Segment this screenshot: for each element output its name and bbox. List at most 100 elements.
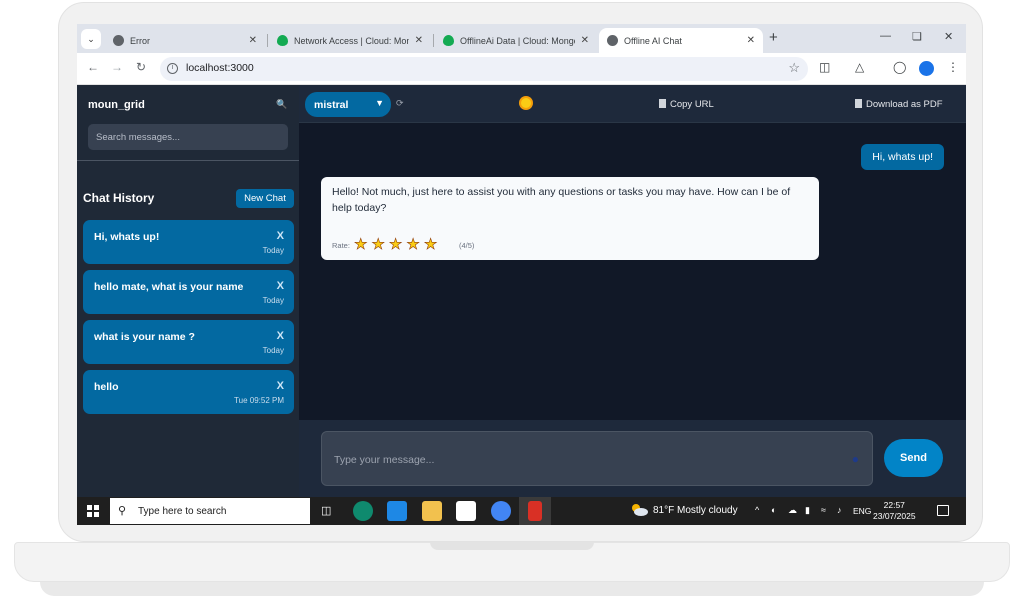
chat-item-time: Today: [262, 346, 284, 355]
delete-chat-button[interactable]: X: [277, 330, 284, 342]
download-pdf-button[interactable]: Download as PDF: [855, 99, 943, 110]
chevron-down-icon: ▼: [375, 98, 384, 108]
copy-url-label: Copy URL: [670, 99, 714, 110]
wifi-icon[interactable]: ≈: [821, 505, 826, 515]
chat-topbar: mistral ▼ ⟳ Copy URL Download as PDF: [299, 85, 966, 123]
user-message: Hi, whats up!: [861, 144, 944, 170]
tab-title: Error: [130, 35, 150, 46]
chat-history-title: Chat History: [83, 191, 155, 205]
assistant-message: Hello! Not much, just here to assist you…: [321, 177, 819, 260]
document-icon: [855, 99, 862, 108]
file-explorer-icon[interactable]: [422, 501, 442, 521]
more-menu-icon[interactable]: ⋮: [947, 60, 959, 74]
message-placeholder: Type your message...: [334, 454, 435, 466]
back-arrow-icon[interactable]: ←: [87, 60, 99, 74]
browser-tab-offline-ai-chat[interactable]: Offline AI Chat ✕: [599, 28, 763, 53]
model-select-value: mistral: [314, 98, 349, 111]
star-icon[interactable]: ★: [354, 235, 368, 254]
message-input[interactable]: Type your message... ●: [321, 431, 873, 486]
send-button[interactable]: Send: [884, 439, 943, 477]
browser-tab-offlineai-data[interactable]: OfflineAi Data | Cloud: MongoDB ✕: [435, 28, 597, 53]
star-icon[interactable]: ★: [389, 235, 403, 254]
battery-icon[interactable]: ▮: [805, 505, 810, 516]
chat-history-item[interactable]: Hi, whats up! X Today: [83, 220, 294, 264]
window-close-icon[interactable]: ✕: [944, 30, 953, 43]
forward-arrow-icon[interactable]: →: [111, 60, 123, 74]
taskbar-search-box[interactable]: ⚲ Type here to search: [110, 498, 310, 524]
language-indicator[interactable]: ENG: [853, 506, 871, 516]
chevron-up-icon[interactable]: ^: [755, 505, 759, 515]
bookmark-star-icon[interactable]: ☆: [788, 60, 800, 76]
reload-icon[interactable]: ↻: [136, 60, 146, 74]
chat-history-item[interactable]: hello mate, what is your name X Today: [83, 270, 294, 314]
chat-item-time: Today: [262, 296, 284, 305]
star-icon[interactable]: ★: [424, 235, 438, 254]
vscode-icon[interactable]: [387, 501, 407, 521]
star-icon[interactable]: ★: [371, 235, 385, 254]
rating-value: (4/5): [459, 241, 475, 250]
new-tab-icon[interactable]: +: [769, 29, 778, 46]
chat-item-label: hello: [94, 381, 119, 393]
extensions-icon[interactable]: ◫: [819, 60, 830, 74]
weather-text[interactable]: 81°F Mostly cloudy: [653, 505, 738, 516]
copy-url-button[interactable]: Copy URL: [659, 99, 714, 110]
windows-start-icon[interactable]: [87, 505, 99, 517]
microphone-icon[interactable]: ●: [852, 452, 859, 466]
laptop-mockup: ⌄ Error ✕ Network Access | Cloud: MongoD…: [0, 0, 1024, 606]
browser-tab-network-access[interactable]: Network Access | Cloud: MongoDB ✕: [269, 28, 431, 53]
labs-flask-icon[interactable]: △: [855, 60, 864, 74]
new-chat-button[interactable]: New Chat: [236, 189, 294, 208]
delete-chat-button[interactable]: X: [277, 230, 284, 242]
laptop-screen: ⌄ Error ✕ Network Access | Cloud: MongoD…: [77, 24, 966, 525]
star-icon[interactable]: ★: [406, 235, 420, 254]
tab-search-menu-icon[interactable]: ⌄: [81, 29, 101, 49]
delete-chat-button[interactable]: X: [277, 280, 284, 292]
address-url: localhost:3000: [186, 62, 254, 74]
volume-icon[interactable]: ♪: [837, 505, 842, 515]
cloud-sync-icon[interactable]: ☁: [788, 505, 797, 516]
chat-app: moun_grid 🔍 Chat History New Chat Hi, wh…: [77, 85, 966, 497]
close-icon[interactable]: ✕: [249, 35, 257, 46]
clock-time: 22:57: [883, 500, 905, 510]
chat-item-label: hello mate, what is your name: [94, 281, 244, 293]
composer: Type your message... ● Send: [299, 420, 966, 497]
assistant-message-text: Hello! Not much, just here to assist you…: [332, 186, 791, 214]
address-bar[interactable]: i localhost:3000 ☆: [160, 57, 808, 81]
browser-tab-error[interactable]: Error ✕: [105, 28, 265, 53]
search-icon[interactable]: 🔍: [276, 99, 287, 110]
notification-icon[interactable]: [937, 505, 949, 516]
cloudy-weather-icon: [632, 504, 648, 516]
sidebar: moun_grid 🔍 Chat History New Chat Hi, wh…: [77, 85, 299, 497]
taskbar-clock[interactable]: 22:57 23/07/2025: [873, 500, 916, 522]
sun-icon[interactable]: [521, 98, 531, 108]
close-icon[interactable]: ✕: [747, 35, 755, 46]
restore-icon[interactable]: ❏: [912, 30, 922, 43]
chrome-icon[interactable]: [491, 501, 511, 521]
model-select[interactable]: mistral ▼: [305, 92, 391, 117]
globe-icon: [113, 35, 124, 46]
search-input[interactable]: [88, 124, 288, 150]
refresh-icon[interactable]: ⟳: [396, 98, 404, 109]
close-icon[interactable]: ✕: [415, 35, 423, 46]
chat-history-item[interactable]: what is your name ? X Today: [83, 320, 294, 364]
mongodb-leaf-icon: [443, 35, 454, 46]
app-icon[interactable]: [528, 501, 542, 521]
globe-icon: [607, 35, 618, 46]
divider: [77, 160, 299, 161]
close-icon[interactable]: ✕: [581, 35, 589, 46]
mongodb-leaf-icon: [277, 35, 288, 46]
chat-item-time: Today: [262, 246, 284, 255]
minimize-icon[interactable]: —: [880, 30, 891, 42]
notion-icon[interactable]: [456, 501, 476, 521]
tray-app-icon[interactable]: ◐: [771, 505, 776, 515]
sidebar-title: moun_grid: [88, 99, 145, 111]
site-info-icon[interactable]: i: [167, 63, 178, 74]
profile-avatar-icon[interactable]: [919, 61, 934, 76]
task-view-icon[interactable]: ◫: [321, 504, 331, 517]
tab-title: Offline AI Chat: [624, 35, 682, 46]
sync-icon[interactable]: ◯: [893, 60, 906, 74]
chat-history-item[interactable]: hello X Tue 09:52 PM: [83, 370, 294, 414]
chat-item-label: what is your name ?: [94, 331, 195, 343]
delete-chat-button[interactable]: X: [277, 380, 284, 392]
edge-browser-icon[interactable]: [353, 501, 373, 521]
